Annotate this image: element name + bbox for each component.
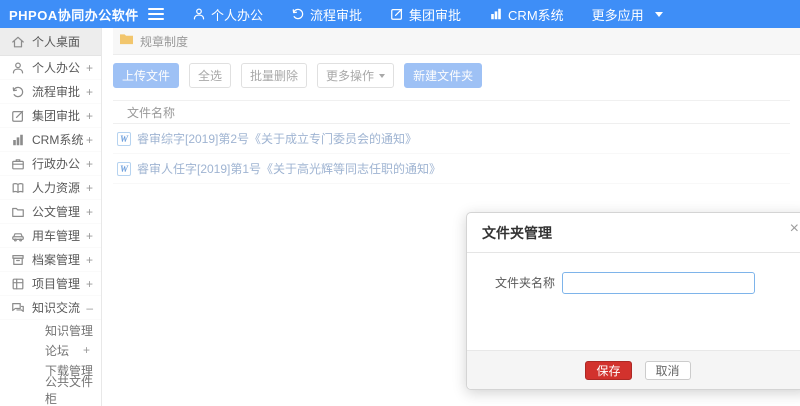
dialog-header: 文件夹管理 ×	[467, 213, 800, 253]
toolbar: 上传文件 全选 批量删除 更多操作 新建文件夹	[113, 55, 800, 96]
file-link[interactable]: 睿审综字[2019]第2号《关于成立专门委员会的通知》	[137, 130, 417, 147]
dialog-footer: 保存 取消	[467, 350, 800, 389]
chat-icon	[11, 301, 25, 315]
folder-icon	[11, 205, 25, 219]
sidebar-item-crm[interactable]: CRM系统 +	[0, 128, 101, 152]
sidebar-item-personal-office[interactable]: 个人办公 +	[0, 56, 101, 80]
sidebar-item-archive-mgmt[interactable]: 档案管理 +	[0, 248, 101, 272]
sidebar-item-personal-desktop[interactable]: 个人桌面	[0, 28, 101, 56]
expand-plus-icon[interactable]: +	[86, 157, 93, 171]
table-row[interactable]: W 睿审综字[2019]第2号《关于成立专门委员会的通知》	[113, 124, 790, 154]
file-link[interactable]: 睿审人任字[2019]第1号《关于高光辉等同志任职的通知》	[137, 160, 441, 177]
nav-item-workflow-approval[interactable]: 流程审批	[291, 5, 362, 24]
upload-file-button[interactable]: 上传文件	[113, 63, 180, 88]
folder-name-label: 文件夹名称	[494, 276, 555, 290]
nav-item-label: 流程审批	[310, 7, 363, 23]
nav-item-crm[interactable]: CRM系统	[489, 5, 564, 24]
table-row[interactable]: W 睿审人任字[2019]第1号《关于高光辉等同志任职的通知》	[113, 154, 790, 184]
user-icon	[192, 7, 206, 21]
expand-plus-icon[interactable]: +	[86, 181, 93, 195]
sidebar-item-admin-office[interactable]: 行政办公 +	[0, 152, 101, 176]
bar-chart-icon	[489, 7, 503, 21]
nav-item-label: CRM系统	[508, 7, 564, 23]
user-icon	[11, 61, 25, 75]
home-icon	[11, 35, 25, 49]
expand-plus-icon[interactable]: +	[86, 277, 93, 291]
caret-down-icon	[379, 73, 386, 78]
folder-manage-dialog: 文件夹管理 × 文件夹名称 保存 取消	[466, 212, 800, 390]
nav-item-more-apps[interactable]: 更多应用	[592, 5, 663, 24]
expand-plus-icon[interactable]: +	[86, 229, 93, 243]
new-folder-button[interactable]: 新建文件夹	[404, 63, 483, 88]
collapse-minus-icon[interactable]: –	[86, 301, 93, 315]
sidebar-subitem-knowledge-mgmt[interactable]: 知识管理	[0, 320, 101, 340]
top-navbar: PHPOA协同办公软件 个人办公 流程审批 集团审批 CRM系统 更多应用	[0, 0, 800, 28]
car-icon	[11, 229, 25, 243]
sidebar-item-knowledge-exchange[interactable]: 知识交流 –	[0, 296, 101, 320]
expand-plus-icon[interactable]: +	[86, 133, 93, 147]
nav-item-label: 更多应用	[591, 7, 644, 23]
app-window: PHPOA协同办公软件 个人办公 流程审批 集团审批 CRM系统 更多应用 个人…	[0, 0, 800, 406]
grid-icon	[11, 277, 25, 291]
save-button[interactable]: 保存	[585, 360, 632, 380]
file-table-header: 文件名称	[113, 100, 790, 124]
file-table: 文件名称 W 睿审综字[2019]第2号《关于成立专门委员会的通知》 W 睿审人…	[113, 100, 790, 184]
close-icon[interactable]: ×	[790, 221, 799, 237]
sidebar-item-project-mgmt[interactable]: 项目管理 +	[0, 272, 101, 296]
hamburger-menu-icon[interactable]	[148, 8, 164, 20]
expand-plus-icon[interactable]: +	[86, 253, 93, 267]
edit-icon	[390, 7, 404, 21]
dialog-body: 文件夹名称	[467, 253, 800, 350]
sidebar-subitem-forum[interactable]: 论坛 +	[0, 340, 101, 360]
word-doc-icon: W	[117, 131, 131, 146]
edit-icon	[11, 109, 25, 123]
sidebar-subitem-public-file-cabinet[interactable]: 公共文件柜	[0, 375, 101, 406]
word-doc-icon: W	[117, 161, 131, 176]
breadcrumb-label: 规章制度	[140, 34, 189, 49]
expand-plus-icon[interactable]: +	[86, 109, 93, 123]
sidebar: 个人桌面 个人办公 + 流程审批 + 集团审批 + CRM系统 + 行政办公 +	[0, 28, 102, 406]
folder-icon	[119, 32, 134, 50]
expand-plus-icon[interactable]: +	[86, 205, 93, 219]
book-icon	[11, 181, 25, 195]
bar-chart-icon	[11, 133, 25, 147]
sidebar-item-group-approval[interactable]: 集团审批 +	[0, 104, 101, 128]
history-icon	[11, 85, 25, 99]
select-all-button[interactable]: 全选	[189, 63, 232, 88]
sidebar-item-hr[interactable]: 人力资源 +	[0, 176, 101, 200]
more-actions-dropdown[interactable]: 更多操作	[317, 63, 395, 88]
nav-item-label: 个人办公	[211, 7, 264, 23]
archive-icon	[11, 253, 25, 267]
dialog-title: 文件夹管理	[482, 224, 552, 241]
nav-item-group-approval[interactable]: 集团审批	[390, 5, 461, 24]
batch-delete-button[interactable]: 批量删除	[241, 63, 308, 88]
history-icon	[291, 7, 305, 21]
caret-down-icon	[654, 11, 663, 17]
sidebar-item-document-mgmt[interactable]: 公文管理 +	[0, 200, 101, 224]
app-logo: PHPOA协同办公软件	[9, 7, 139, 23]
expand-plus-icon[interactable]: +	[86, 85, 93, 99]
breadcrumb: 规章制度	[113, 28, 800, 55]
sidebar-item-workflow-approval[interactable]: 流程审批 +	[0, 80, 101, 104]
nav-item-personal-office[interactable]: 个人办公	[192, 5, 263, 24]
cancel-button[interactable]: 取消	[644, 360, 691, 380]
expand-plus-icon[interactable]: +	[86, 61, 93, 75]
nav-item-label: 集团审批	[409, 7, 462, 23]
expand-plus-icon[interactable]: +	[83, 343, 90, 357]
sidebar-item-vehicle-mgmt[interactable]: 用车管理 +	[0, 224, 101, 248]
folder-name-input[interactable]	[562, 272, 755, 294]
briefcase-icon	[11, 157, 25, 171]
